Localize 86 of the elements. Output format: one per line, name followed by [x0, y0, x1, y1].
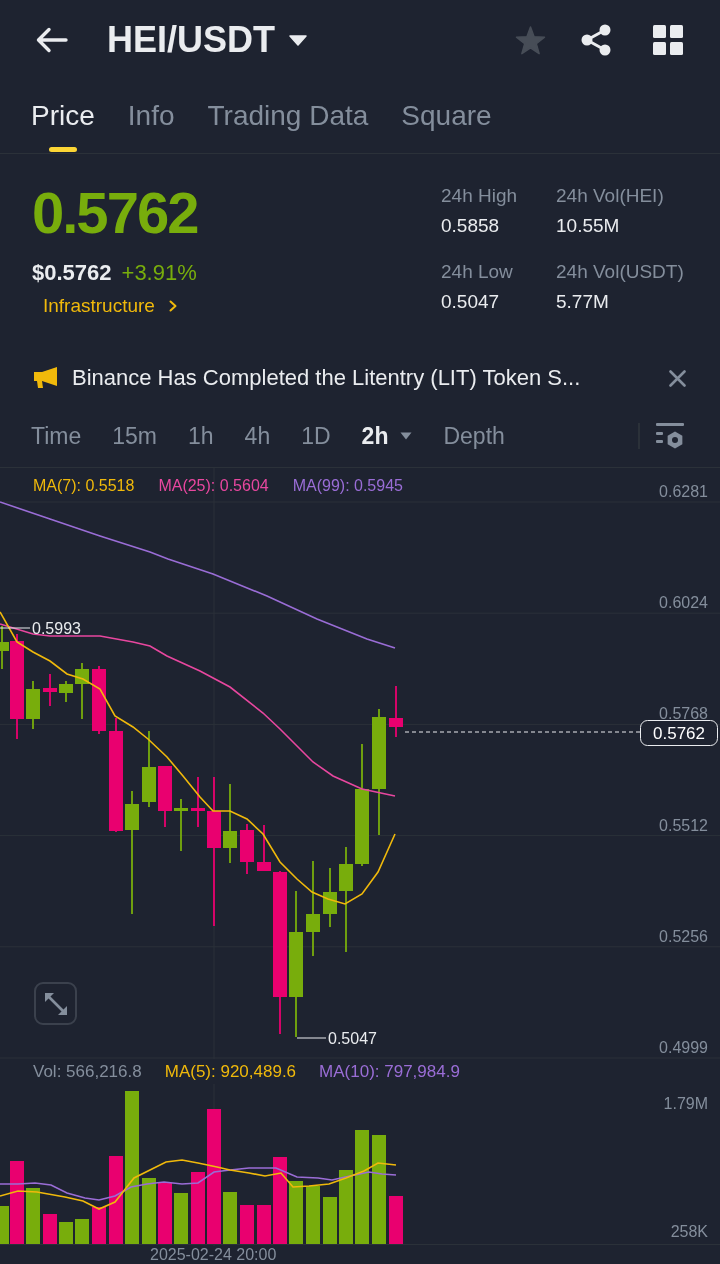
interval-tab[interactable]: 4h	[244, 420, 271, 451]
volume-bar	[240, 1205, 254, 1244]
stat-value: 0.5858	[441, 214, 501, 238]
chevron-right-icon	[168, 300, 177, 312]
announcement-text[interactable]: Binance Has Completed the Litentry (LIT) Token S...	[72, 363, 581, 393]
moving-average-legend: MA(99): 0.5945	[292, 476, 403, 496]
price-axis-label: 0.6024	[659, 594, 708, 612]
caret-down-icon	[289, 34, 307, 46]
candlestick	[323, 867, 337, 928]
interval-tab[interactable]: 2h	[361, 420, 413, 451]
volume-bar	[75, 1219, 89, 1244]
volume-legend: MA(5): 920,489.6	[164, 1060, 297, 1083]
volume-legend: MA(10): 797,984.9	[319, 1060, 460, 1083]
leader-line	[0, 627, 31, 629]
candlestick	[191, 776, 205, 828]
candlestick	[26, 680, 40, 730]
volume-axis-label: 258K	[670, 1223, 708, 1240]
stat-label: 24h Low	[441, 260, 514, 284]
candlestick	[158, 765, 172, 828]
volume-bar	[26, 1188, 40, 1244]
candlestick	[389, 685, 403, 738]
volume-legend: Vol: 566,216.8	[33, 1060, 142, 1083]
volume-bar	[191, 1172, 205, 1244]
share-icon[interactable]	[581, 24, 611, 56]
volume-bar	[257, 1205, 271, 1244]
price-axis-label: 0.4999	[659, 1039, 708, 1056]
volume-bar	[389, 1196, 403, 1244]
interval-tab[interactable]: 1D	[301, 420, 331, 451]
tab[interactable]: Trading Data	[207, 85, 369, 153]
candlestick	[59, 680, 73, 703]
volume-axis-label: 1.79M	[663, 1095, 708, 1112]
volume-bar	[223, 1192, 237, 1244]
time-axis-label: 2025-02-24 20:00	[150, 1246, 277, 1263]
usd-price: $0.5762	[32, 259, 112, 287]
leader-line	[296, 1037, 327, 1039]
last-price: 0.5762	[32, 184, 198, 242]
volume-bar	[174, 1193, 188, 1244]
volume-bar	[43, 1214, 57, 1244]
volume-bar	[59, 1222, 73, 1244]
stat-label: 24h Vol(USDT)	[556, 260, 684, 284]
volume-bar	[323, 1197, 337, 1244]
price-axis-label: 0.6281	[659, 483, 708, 500]
grid-icon[interactable]	[653, 25, 683, 55]
symbol-selector[interactable]: HEI/USDT	[107, 18, 307, 62]
price-axis-label: 0.5512	[659, 816, 708, 834]
stat-label: 24h High	[441, 184, 519, 208]
stat-value: 10.55M	[556, 214, 621, 238]
price-axis-label: 0.5256	[659, 927, 708, 945]
high-price-label: 0.5993	[32, 620, 81, 637]
low-price-label: 0.5047	[328, 1030, 377, 1047]
stat-value: 5.77M	[556, 290, 610, 314]
stat-label: 24h Vol(HEI)	[556, 184, 665, 208]
category-link[interactable]: Infrastructure	[43, 291, 177, 321]
caret-down-icon	[400, 431, 413, 440]
current-price-tag: 0.5762	[640, 720, 718, 746]
interval-tab[interactable]: Depth	[443, 420, 505, 451]
selected-tab-underline	[48, 147, 77, 152]
price-change: +3.91%	[121, 259, 197, 287]
close-icon[interactable]	[669, 369, 686, 387]
moving-average-legend: MA(7): 0.5518	[33, 476, 135, 496]
indicator-settings-icon[interactable]	[656, 422, 684, 449]
star-icon[interactable]	[515, 25, 546, 55]
stat-value: 0.5047	[441, 290, 501, 314]
candlestick	[43, 673, 57, 707]
volume-bar	[306, 1186, 320, 1244]
interval-tab[interactable]: 15m	[112, 420, 157, 451]
volume-bar	[92, 1207, 106, 1244]
candlestick	[257, 824, 271, 872]
expand-button[interactable]	[34, 982, 77, 1025]
tab[interactable]: Price	[31, 85, 95, 153]
expand-arrows-icon	[44, 992, 67, 1015]
candlestick	[240, 823, 254, 875]
candlestick	[92, 665, 106, 735]
interval-tab[interactable]: 1h	[188, 420, 214, 451]
volume-bar	[142, 1178, 156, 1244]
candlestick	[174, 798, 188, 852]
interval-tab[interactable]: Time	[31, 420, 82, 451]
tab[interactable]: Info	[127, 85, 175, 153]
back-arrow-icon[interactable]	[36, 27, 68, 53]
volume-bar	[158, 1183, 172, 1244]
moving-average-legend: MA(25): 0.5604	[158, 476, 269, 496]
price-axis-label: 0.5768	[659, 705, 708, 723]
tab[interactable]: Square	[401, 85, 492, 153]
volume-bar	[289, 1181, 303, 1244]
candlestick	[75, 662, 89, 720]
megaphone-icon	[34, 367, 58, 389]
